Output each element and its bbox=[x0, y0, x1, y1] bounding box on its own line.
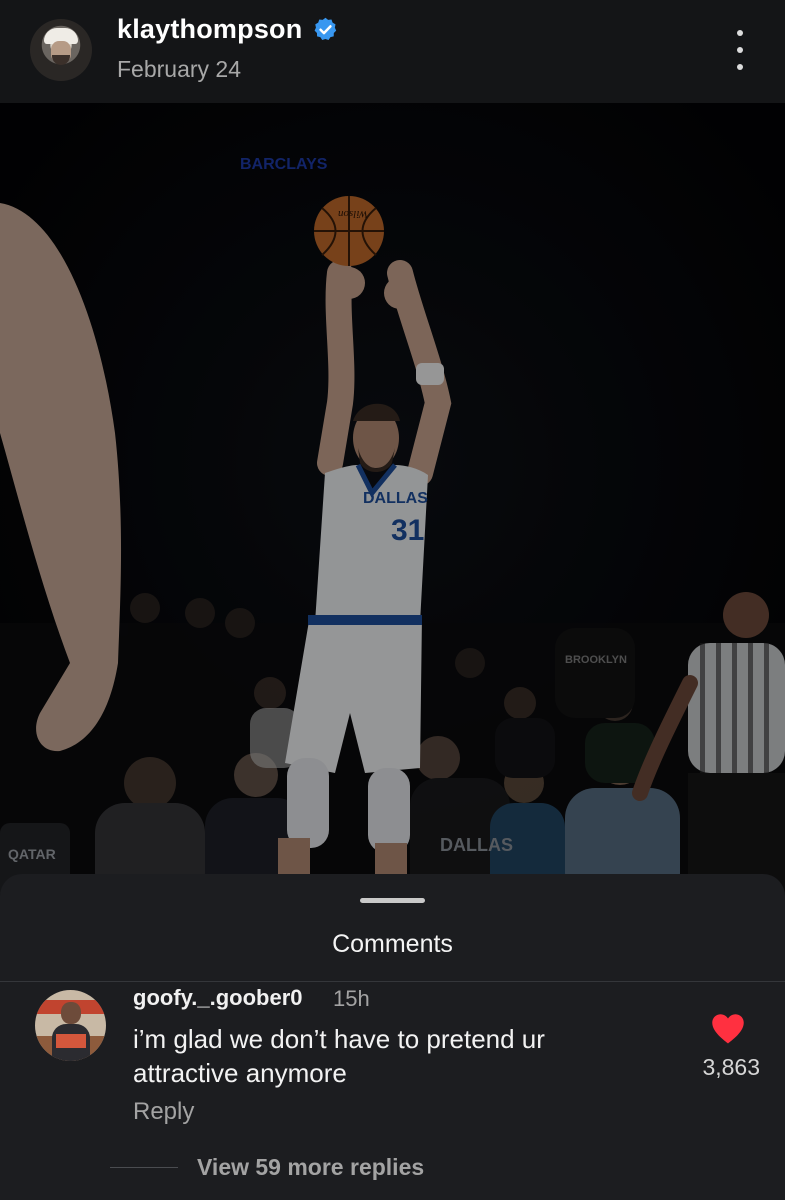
post-photo[interactable]: BARCLAYS BROOKLYN DALLAS QATAR DALLAS 31… bbox=[0, 103, 785, 903]
view-replies-button[interactable]: View 59 more replies bbox=[197, 1154, 424, 1181]
post-header: klaythompson February 24 bbox=[0, 0, 785, 103]
more-options-icon[interactable] bbox=[728, 30, 752, 70]
comment-text: i’m glad we don’t have to pretend ur att… bbox=[133, 1024, 545, 1088]
post-date: February 24 bbox=[117, 56, 242, 82]
heart-icon[interactable] bbox=[710, 1012, 746, 1045]
sheet-divider bbox=[0, 981, 785, 982]
verified-badge-icon bbox=[315, 17, 337, 40]
comment-time: 15h bbox=[333, 986, 370, 1011]
post-username[interactable]: klaythompson bbox=[117, 14, 302, 45]
commenter-avatar[interactable] bbox=[35, 990, 106, 1061]
replies-divider bbox=[110, 1167, 178, 1168]
like-count: 3,863 bbox=[702, 1054, 760, 1080]
comments-sheet: Comments goofy._.goober0 15h i’m glad we… bbox=[0, 874, 785, 1200]
reply-button[interactable]: Reply bbox=[133, 1098, 194, 1126]
username-row: klaythompson bbox=[117, 14, 339, 45]
sheet-grabber[interactable] bbox=[360, 898, 425, 903]
profile-avatar[interactable] bbox=[30, 19, 92, 81]
basketball-photo-illustration: BARCLAYS BROOKLYN DALLAS QATAR DALLAS 31… bbox=[0, 103, 785, 903]
commenter-username[interactable]: goofy._.goober0 bbox=[133, 985, 303, 1011]
comments-title: Comments bbox=[332, 930, 453, 958]
